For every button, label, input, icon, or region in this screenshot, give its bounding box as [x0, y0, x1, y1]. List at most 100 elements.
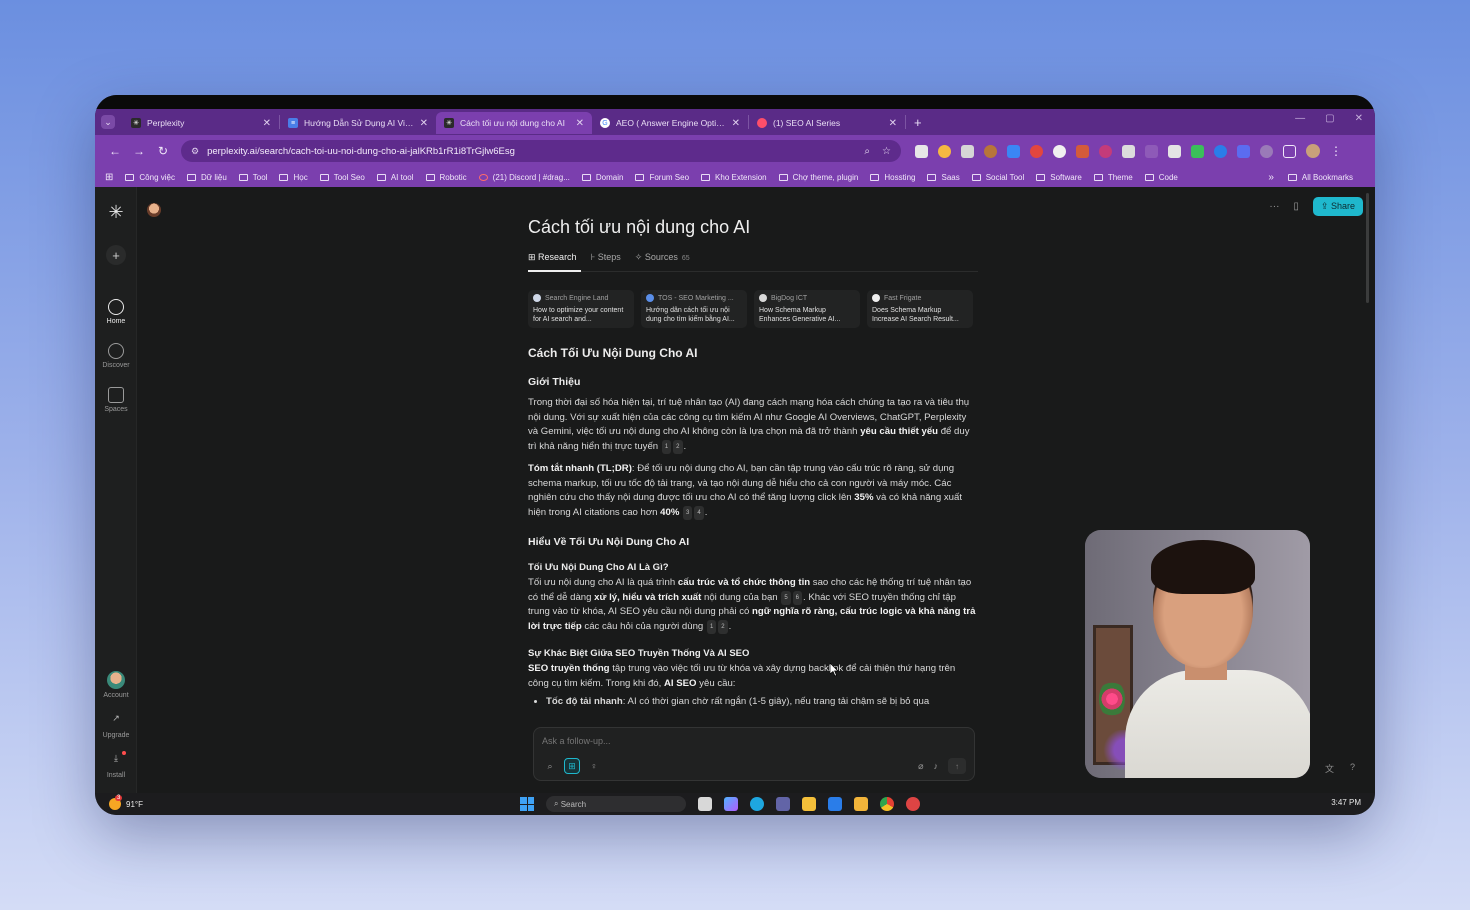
new-tab-button[interactable]: + [914, 115, 922, 130]
url-text[interactable]: perplexity.ai/search/cach-toi-uu-noi-dun… [207, 146, 852, 157]
bookmark-folder[interactable]: Tool [238, 173, 267, 182]
bookmark-folder[interactable]: Dữ liệu [186, 173, 227, 182]
extension-icon[interactable] [1076, 144, 1089, 158]
source-card[interactable]: Search Engine Land How to optimize your … [528, 290, 634, 328]
tab-perplexity[interactable]: ✳ Perplexity ✕ [123, 112, 279, 134]
source-card[interactable]: BigDog ICT How Schema Markup Enhances Ge… [754, 290, 860, 328]
tab-search-icon[interactable]: ⌄ [101, 115, 115, 129]
app-icon[interactable] [906, 797, 920, 811]
browser-menu-icon[interactable]: ⋮ [1330, 144, 1342, 158]
tab-aeo[interactable]: G AEO ( Answer Engine Optimization ) ✕ [592, 112, 748, 134]
bookmark-folder[interactable]: AI tool [376, 173, 414, 182]
source-card[interactable]: Fast Frigate Does Schema Markup Increase… [867, 290, 973, 328]
task-view-icon[interactable] [698, 797, 712, 811]
bookmark-folder[interactable]: Forum Seo [635, 173, 689, 182]
share-button[interactable]: ⇪ Share [1312, 197, 1363, 216]
citation-badge[interactable]: 4 [694, 505, 704, 520]
extension-icon[interactable] [1191, 144, 1204, 158]
bookmark-folder[interactable]: Chợ theme, plugin [778, 173, 858, 182]
copilot-icon[interactable] [724, 797, 738, 811]
extension-icon[interactable] [1214, 144, 1227, 158]
extension-icon[interactable] [961, 144, 974, 158]
sidebar-item-spaces[interactable]: Spaces [95, 387, 137, 413]
citation-badge[interactable]: 1 [706, 619, 717, 634]
bookmark-link[interactable]: (21) Discord | #drag... [478, 173, 570, 182]
bookmark-folder[interactable]: Robotic [425, 173, 467, 182]
close-tab-icon[interactable]: ✕ [576, 118, 584, 129]
extension-icon[interactable] [915, 144, 928, 158]
taskbar-search[interactable]: ⌕ Search [546, 796, 686, 812]
maximize-icon[interactable]: ▢ [1325, 113, 1334, 124]
extension-icon[interactable] [1007, 144, 1020, 158]
tab-steps[interactable]: ⊦ Steps [591, 252, 621, 263]
close-tab-icon[interactable]: ✕ [263, 118, 271, 129]
sidebar-item-account[interactable]: Account [95, 671, 137, 699]
reload-icon[interactable]: ↻ [151, 144, 175, 158]
minimize-icon[interactable]: — [1295, 113, 1305, 124]
all-bookmarks[interactable]: All Bookmarks [1287, 173, 1353, 182]
help-icon[interactable]: ? [1350, 762, 1355, 775]
followup-input[interactable] [542, 736, 962, 746]
citation-badge[interactable]: 2 [673, 439, 683, 454]
extension-icon[interactable] [1053, 144, 1066, 158]
bookmark-folder[interactable]: Saas [927, 173, 960, 182]
extensions-puzzle-icon[interactable] [1283, 144, 1296, 158]
sidebar-item-discover[interactable]: Discover [95, 343, 137, 369]
explorer-icon[interactable] [802, 797, 816, 811]
extension-icon[interactable] [1099, 144, 1112, 158]
bookmark-folder[interactable]: Hossting [870, 173, 915, 182]
folder-icon[interactable] [854, 797, 868, 811]
extension-icon[interactable] [1260, 144, 1273, 158]
apps-grid-icon[interactable]: ⊞ [105, 172, 113, 183]
back-icon[interactable]: ← [103, 144, 127, 158]
citation-badge[interactable]: 6 [792, 590, 802, 605]
citation-badge[interactable]: 2 [718, 619, 728, 634]
new-thread-button[interactable]: + [106, 245, 126, 265]
extension-icon[interactable] [1145, 144, 1158, 158]
bookmark-folder[interactable]: Công việc [125, 173, 175, 182]
zoom-icon[interactable]: ⌕ [864, 146, 870, 157]
bookmark-folder[interactable]: Code [1144, 173, 1178, 182]
source-card[interactable]: TOS - SEO Marketing ... Hướng dẫn cách t… [641, 290, 747, 328]
sidebar-item-home[interactable]: Home [95, 299, 137, 325]
extension-icon[interactable] [938, 144, 951, 158]
citation-badge[interactable]: 5 [781, 590, 791, 605]
tab-seo-ai-series[interactable]: (1) SEO AI Series ✕ [749, 112, 905, 134]
bookmark-icon[interactable]: ▯ [1293, 201, 1299, 212]
tab-cach-toi-uu[interactable]: ✳ Cách tối ưu nội dung cho AI ✕ [436, 112, 592, 134]
bookmark-folder[interactable]: Social Tool [971, 173, 1024, 182]
labs-mode-icon[interactable]: ♀ [586, 758, 602, 774]
bookmark-folder[interactable]: Theme [1093, 173, 1133, 182]
extension-icon[interactable] [1030, 144, 1043, 158]
submit-button[interactable]: ↑ [948, 758, 966, 774]
teams-icon[interactable] [776, 797, 790, 811]
bookmark-folder[interactable]: Software [1036, 173, 1082, 182]
bookmark-folder[interactable]: Học [279, 173, 308, 182]
close-tab-icon[interactable]: ✕ [889, 118, 897, 129]
weather-widget[interactable]: 3 91°F [109, 795, 143, 810]
more-options-icon[interactable]: ··· [1269, 201, 1279, 212]
omnibox[interactable]: ⚙ perplexity.ai/search/cach-toi-uu-noi-d… [181, 140, 901, 162]
bookmark-folder[interactable]: Kho Extension [701, 173, 767, 182]
search-mode-icon[interactable]: ⌕ [542, 758, 558, 774]
site-settings-icon[interactable]: ⚙ [191, 146, 199, 157]
tab-huong-dan[interactable]: ≡ Hướng Dẫn Sử Dụng AI Viết Bài ✕ [280, 112, 436, 134]
tab-research[interactable]: ⊞ Research [528, 252, 577, 263]
user-avatar[interactable] [147, 203, 161, 217]
scrollbar[interactable] [1366, 193, 1369, 303]
extension-icon[interactable] [1237, 144, 1250, 158]
close-tab-icon[interactable]: ✕ [420, 118, 428, 129]
forward-icon[interactable]: → [127, 144, 151, 158]
windows-start-icon[interactable] [520, 797, 534, 811]
chrome-icon[interactable] [880, 797, 894, 811]
profile-avatar-icon[interactable] [1306, 144, 1320, 158]
perplexity-logo-icon[interactable]: ✳ [106, 201, 126, 223]
store-icon[interactable] [828, 797, 842, 811]
extension-icon[interactable] [984, 144, 997, 158]
more-bookmarks-icon[interactable]: » [1268, 172, 1274, 183]
bookmark-folder[interactable]: Tool Seo [319, 173, 365, 182]
sidebar-item-install[interactable]: ⤓ Install [95, 751, 137, 779]
close-tab-icon[interactable]: ✕ [732, 118, 740, 129]
extension-icon[interactable] [1168, 144, 1181, 158]
citation-badge[interactable]: 3 [683, 505, 693, 520]
